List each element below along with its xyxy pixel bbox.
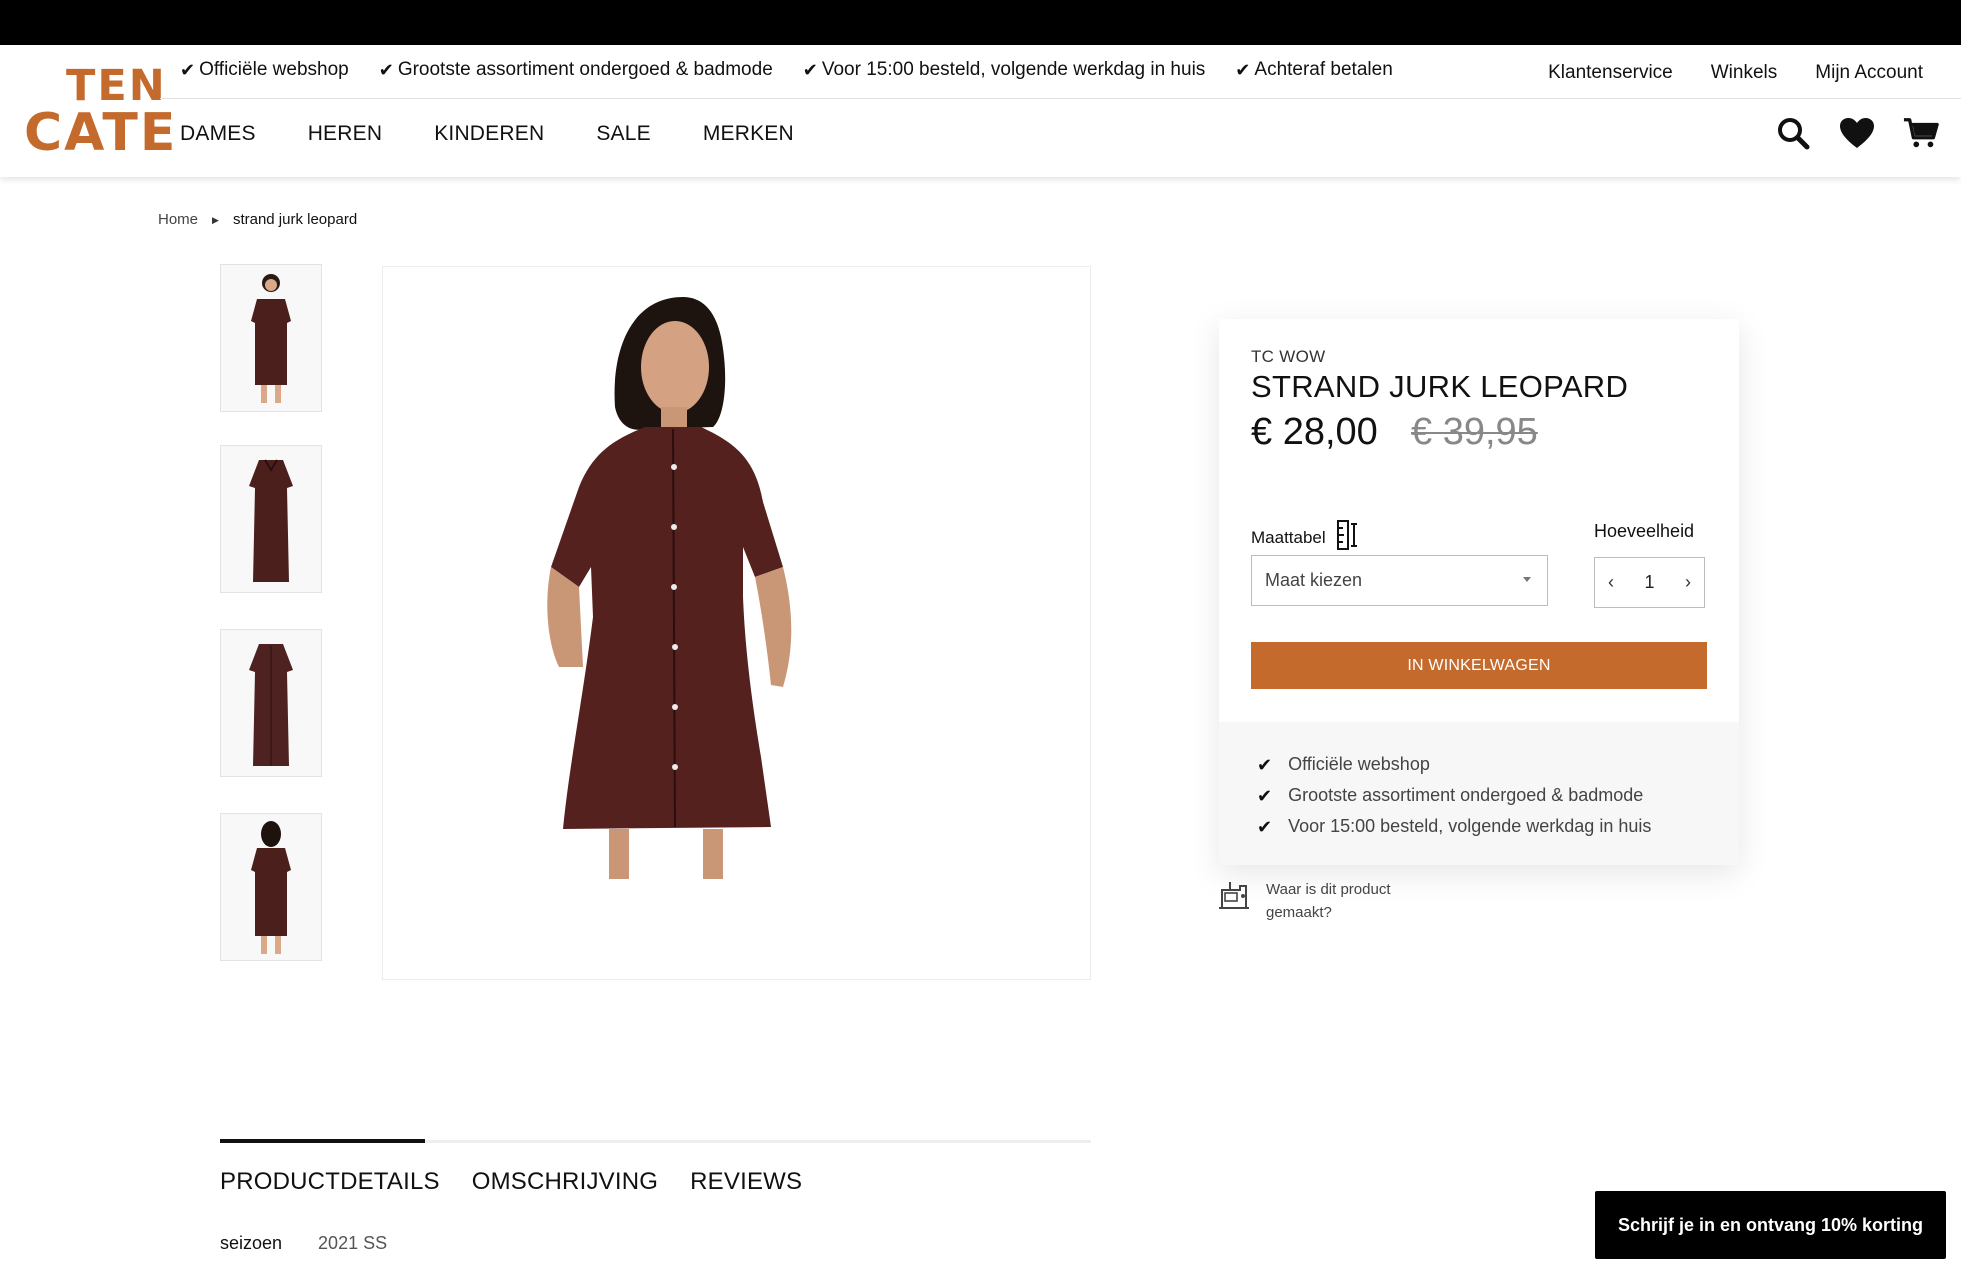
checkmark-icon: ✔ — [1235, 60, 1251, 80]
main-navigation: DAMES HEREN KINDEREN SALE MERKEN — [180, 122, 794, 146]
checkmark-icon: ✔ — [1257, 754, 1273, 775]
nav-item-sale[interactable]: SALE — [596, 122, 651, 146]
checkmark-icon: ✔ — [180, 60, 196, 80]
add-to-cart-button[interactable]: IN WINKELWAGEN — [1251, 642, 1707, 689]
breadcrumb-separator-icon: ▶ — [212, 215, 219, 225]
quantity-label: Hoeveelheid — [1594, 521, 1695, 541]
breadcrumb-current: strand jurk leopard — [232, 211, 358, 228]
size-chart-label: Maattabel — [1251, 527, 1326, 547]
usp-item: ✔ Grootste assortiment ondergoed & badmod… — [1257, 780, 1651, 811]
tab-reviews[interactable]: REVIEWS — [690, 1168, 802, 1196]
size-select-placeholder: Maat kiezen — [1265, 570, 1363, 590]
tab-active-indicator — [220, 1139, 425, 1143]
checkmark-icon: ✔ — [1257, 816, 1273, 837]
usp-item: ✔ Voor 15:00 besteld, volgende werkdag in… — [1257, 811, 1651, 842]
link-klantenservice[interactable]: Klantenservice — [1548, 62, 1673, 84]
price-current: € 28,00 — [1251, 411, 1378, 453]
checkmark-icon: ✔ — [1257, 785, 1273, 806]
nav-item-kinderen[interactable]: KINDEREN — [434, 122, 544, 146]
search-icon[interactable] — [1775, 115, 1811, 151]
nav-item-heren[interactable]: HEREN — [308, 122, 383, 146]
made-in-label: Waar is dit product gemaakt? — [1266, 881, 1391, 921]
top-black-bar — [0, 0, 1961, 45]
product-title: STRAND JURK LEOPARD — [1251, 369, 1629, 404]
product-thumbnail[interactable] — [220, 629, 322, 777]
quantity-value[interactable]: 1 — [1627, 572, 1672, 593]
usp-bar: ✔ Officiële webshop ✔ Grootste assortiment… — [180, 57, 1393, 83]
checkmark-icon: ✔ — [802, 60, 818, 80]
product-brand[interactable]: TC WOW — [1251, 347, 1326, 367]
size-select[interactable]: Maat kiezen — [1251, 555, 1548, 606]
breadcrumb: Home ▶ strand jurk leopard — [158, 211, 357, 228]
usp-label: Officiële webshop — [1288, 754, 1430, 774]
quantity-decrease-button[interactable]: ‹ — [1595, 558, 1627, 607]
ten-cate-logo[interactable]: TEN CATE — [24, 65, 175, 165]
usp-item: ✔ Grootste assortiment ondergoed & badmod… — [379, 57, 773, 83]
product-tabs: PRODUCTDETAILS OMSCHRIJVING REVIEWS — [220, 1168, 802, 1196]
product-thumbnail[interactable] — [220, 813, 322, 961]
usp-item: ✔ Achteraf betalen — [1235, 57, 1392, 83]
usp-label: Officiële webshop — [199, 59, 349, 80]
nav-item-dames[interactable]: DAMES — [180, 122, 256, 146]
usp-label: Achteraf betalen — [1254, 59, 1393, 80]
ruler-icon — [1336, 519, 1360, 556]
heart-icon[interactable] — [1839, 115, 1875, 151]
cart-icon[interactable] — [1903, 115, 1939, 151]
header-icons — [1775, 115, 1939, 151]
chevron-down-icon — [1523, 577, 1531, 582]
nav-item-merken[interactable]: MERKEN — [703, 122, 794, 146]
usp-item: ✔ Voor 15:00 besteld, volgende werkdag in… — [803, 57, 1206, 83]
checkmark-icon: ✔ — [378, 60, 394, 80]
spec-row: seizoen 2021 SS — [220, 1233, 387, 1254]
logo-line-1: TEN — [66, 61, 167, 111]
usp-item: ✔ Officiële webshop — [1257, 749, 1651, 780]
logo-line-2: CATE — [24, 103, 178, 163]
service-links: Klantenservice Winkels Mijn Account — [1548, 62, 1923, 84]
link-winkels[interactable]: Winkels — [1711, 62, 1778, 84]
newsletter-signup-button[interactable]: Schrijf je in en ontvang 10% korting — [1595, 1191, 1946, 1259]
usp-item: ✔ Officiële webshop — [180, 57, 349, 83]
usp-label: Grootste assortiment ondergoed & badmode — [1288, 785, 1644, 805]
usp-label: Voor 15:00 besteld, volgende werkdag in … — [1288, 816, 1652, 836]
link-mijn-account[interactable]: Mijn Account — [1815, 62, 1923, 84]
usp-label: Voor 15:00 besteld, volgende werkdag in … — [821, 59, 1206, 80]
spec-value: 2021 SS — [318, 1233, 388, 1253]
buy-box: TC WOW STRAND JURK LEOPARD € 28,00 € 39,… — [1219, 319, 1739, 865]
header-divider — [160, 98, 1961, 99]
quantity-increase-button[interactable]: › — [1672, 558, 1704, 607]
spec-key: seizoen — [220, 1233, 283, 1253]
tab-omschrijving[interactable]: OMSCHRIJVING — [472, 1168, 658, 1196]
usp-label: Grootste assortiment ondergoed & badmode — [397, 59, 773, 80]
size-chart-link[interactable]: Maattabel — [1251, 519, 1360, 556]
product-usp-list: ✔ Officiële webshop ✔ Grootste assortiment… — [1257, 749, 1651, 842]
product-thumbnail[interactable] — [220, 445, 322, 593]
sewing-machine-icon — [1216, 878, 1252, 917]
main-product-image[interactable] — [382, 266, 1091, 980]
quantity-stepper: ‹ 1 › — [1594, 557, 1705, 608]
breadcrumb-home[interactable]: Home — [158, 211, 198, 228]
product-thumbnail[interactable] — [220, 264, 322, 412]
made-in-link[interactable]: Waar is dit product gemaakt? — [1216, 878, 1416, 924]
price-original: € 39,95 — [1411, 411, 1538, 453]
site-header: TEN CATE ✔ Officiële webshop ✔ Grootste as… — [0, 45, 1961, 177]
tab-productdetails[interactable]: PRODUCTDETAILS — [220, 1168, 440, 1196]
